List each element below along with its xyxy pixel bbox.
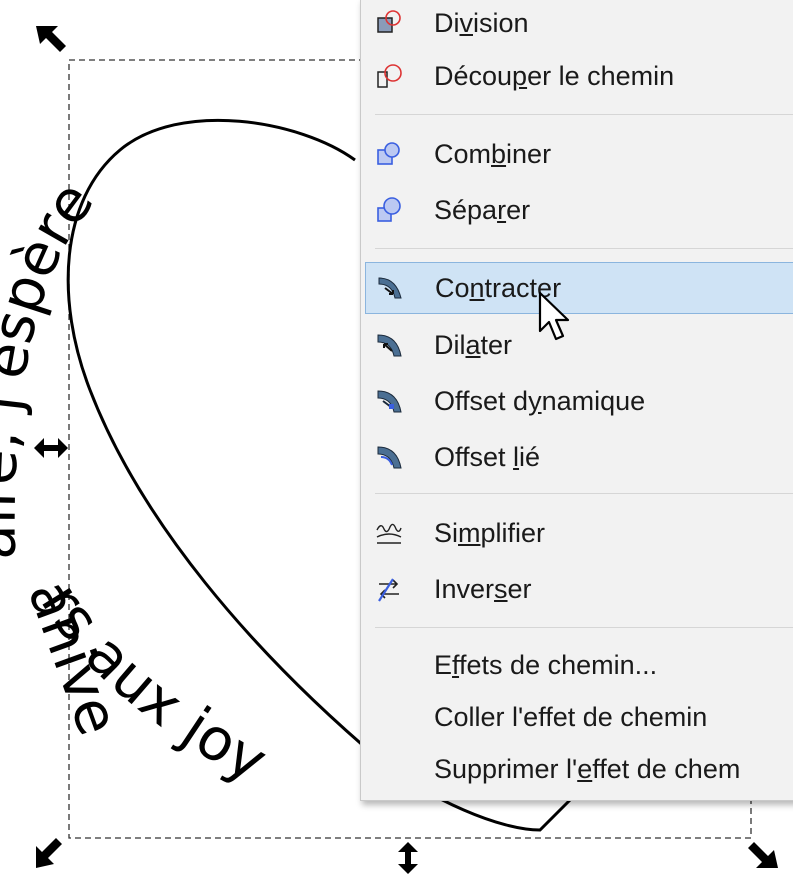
mouse-pointer-icon — [538, 291, 570, 341]
path-combine-icon — [377, 142, 400, 165]
path-outset-icon — [377, 334, 402, 357]
scale-handle-top-left[interactable] — [36, 26, 66, 52]
menu-item-label: Division — [434, 7, 529, 38]
menu-separator — [375, 627, 793, 628]
menu-separator — [375, 493, 793, 494]
path-inset-icon — [378, 277, 402, 299]
menu-separator — [375, 114, 793, 115]
menu-separator — [375, 248, 793, 249]
menu-item-dynamic-offset[interactable]: Offset dynamique — [361, 376, 793, 426]
menu-item-label: Supprimer l'effet de chem — [434, 753, 741, 784]
scale-handle-bottom-right[interactable] — [748, 842, 778, 868]
menu-item-label: Découper le chemin — [434, 60, 675, 91]
menu-item-inset[interactable]: Contracter — [365, 262, 793, 314]
menu-item-label: Inverser — [434, 573, 532, 604]
menu-item-label: Dilater — [434, 329, 513, 360]
menu-item-reverse[interactable]: Inverser — [361, 564, 793, 614]
menu-item-paste-path-effect[interactable]: Coller l'effet de chemin — [361, 692, 793, 742]
menu-item-label: Offset dynamique — [434, 385, 646, 416]
path-simplify-icon — [376, 523, 402, 544]
path-dynamic-offset-icon — [377, 390, 402, 413]
menu-item-cut-path[interactable]: Découper le chemin — [361, 51, 793, 101]
menu-item-label: Coller l'effet de chemin — [434, 701, 708, 732]
menu-item-break-apart[interactable]: Séparer — [361, 185, 793, 235]
path-reverse-icon — [378, 578, 399, 602]
path-linked-offset-icon — [377, 446, 402, 469]
scale-handle-bottom-left[interactable] — [36, 838, 62, 868]
menu-item-label: Simplifier — [434, 517, 546, 548]
menu-item-linked-offset[interactable]: Offset lié — [361, 432, 793, 482]
menu-item-simplify[interactable]: Simplifier — [361, 508, 793, 558]
menu-item-remove-path-effect[interactable]: Supprimer l'effet de chem — [361, 744, 793, 794]
path-context-menu: Division Découper le chemin Combiner Sép… — [360, 0, 793, 801]
scale-handle-bottom-middle[interactable] — [398, 842, 418, 874]
menu-item-label: Combiner — [434, 138, 552, 169]
menu-item-label: Séparer — [434, 194, 531, 225]
menu-item-combine[interactable]: Combiner — [361, 129, 793, 179]
curved-text-top-path: aire, j'espère — [0, 169, 107, 561]
path-break-apart-icon — [377, 197, 401, 222]
menu-item-label: Offset lié — [434, 441, 541, 472]
menu-item-label: Effets de chemin... — [434, 649, 658, 680]
scale-handle-middle-left[interactable] — [34, 438, 68, 458]
path-division-icon — [377, 10, 401, 33]
path-cut-icon — [377, 64, 402, 88]
curved-text-top: aire, j'espère — [0, 169, 107, 561]
menu-item-path-effects[interactable]: Effets de chemin... — [361, 640, 793, 690]
menu-item-division[interactable]: Division — [361, 0, 793, 48]
